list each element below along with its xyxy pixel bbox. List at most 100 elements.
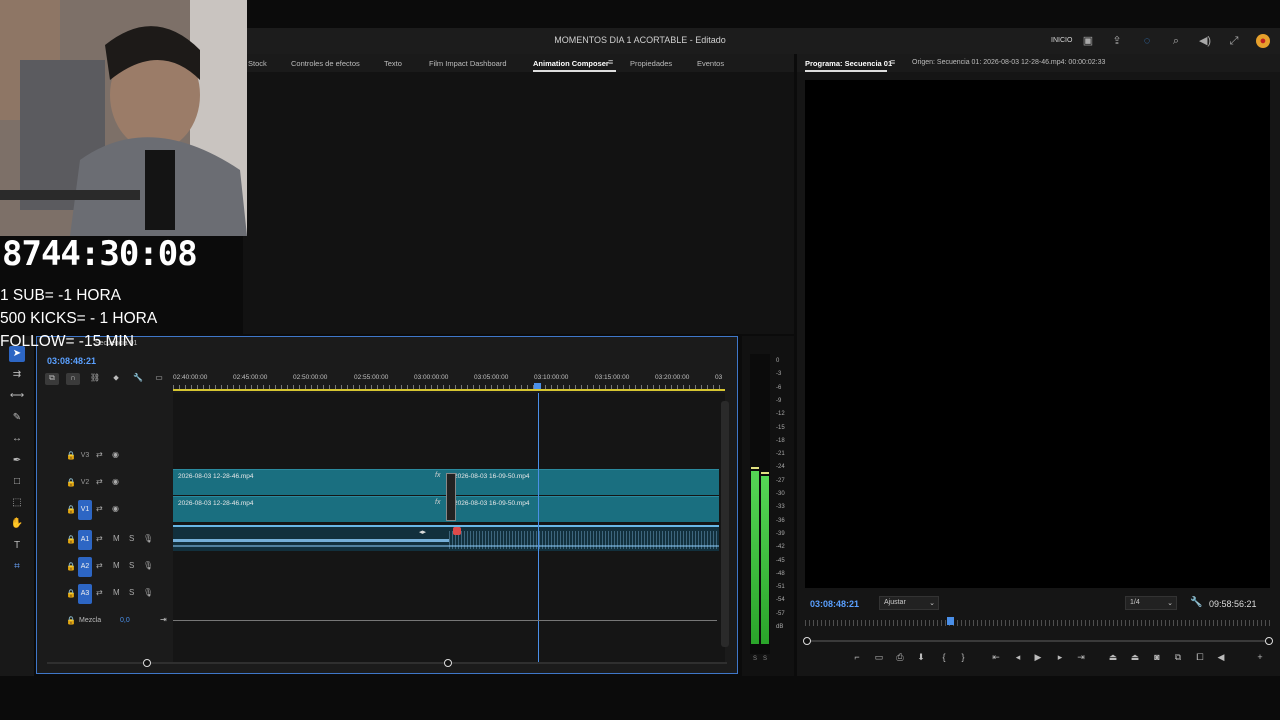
safe-margins-icon[interactable]: ▭ xyxy=(872,652,886,663)
tab-events[interactable]: Eventos xyxy=(697,59,724,68)
solo-right-button[interactable]: S xyxy=(763,656,767,662)
sync-lock-icon[interactable]: ⇄ xyxy=(96,561,103,570)
panel-icon[interactable]: ▣ xyxy=(1081,34,1095,48)
lift-edit-icon[interactable]: ⏏ xyxy=(1106,652,1120,663)
time-ruler[interactable]: 02:40:00:00 02:45:00:00 02:50:00:00 02:5… xyxy=(173,371,725,393)
share-icon[interactable]: ⇪ xyxy=(1110,34,1124,48)
track-label-a2[interactable]: A2 xyxy=(78,557,92,577)
linked-selection-icon[interactable]: ⛓ xyxy=(88,373,102,385)
progress-icon[interactable]: ◌ xyxy=(1140,34,1154,48)
scroll-handle-left[interactable] xyxy=(143,659,151,667)
audio-clip-a1-2[interactable] xyxy=(449,525,719,551)
solo-button[interactable]: S xyxy=(129,534,134,543)
lock-icon[interactable]: 🔒 xyxy=(66,562,76,571)
lock-icon[interactable]: 🔒 xyxy=(66,478,76,487)
transition-marker[interactable] xyxy=(446,473,456,521)
video-clip-v2-2[interactable]: 2026-08-03 16-09-50.mp4 xyxy=(449,469,719,495)
marker-icon[interactable]: ⬇ xyxy=(914,652,928,663)
tab-properties[interactable]: Propiedades xyxy=(630,59,672,68)
tab-film-impact[interactable]: Film Impact Dashboard xyxy=(429,59,507,68)
sync-lock-icon[interactable]: ⇄ xyxy=(96,450,103,459)
scroll-handle-left[interactable] xyxy=(803,637,811,645)
audio-clip-a1-1[interactable]: ◂▸ xyxy=(173,525,449,551)
tab-text[interactable]: Texto xyxy=(384,59,402,68)
work-area-bar[interactable] xyxy=(173,389,725,391)
hand-tool-icon[interactable]: ✋ xyxy=(9,516,25,532)
track-label-v3[interactable]: V3 xyxy=(78,446,92,466)
sync-lock-icon[interactable]: ⇄ xyxy=(96,504,103,513)
track-label-v1[interactable]: V1 xyxy=(78,500,92,520)
audio-icon[interactable]: ◀ xyxy=(1214,652,1228,663)
microphone-icon[interactable]: 🎙 xyxy=(143,588,153,597)
step-back-icon[interactable]: ◂ xyxy=(1011,652,1025,663)
mix-value[interactable]: 0,0 xyxy=(120,617,130,624)
ripple-edit-tool-icon[interactable]: ⟷ xyxy=(9,388,25,404)
crop-tool-icon[interactable]: ⬚ xyxy=(9,495,25,511)
go-to-in-icon[interactable]: ⇤ xyxy=(989,652,1003,663)
program-video-frame[interactable] xyxy=(805,80,1270,588)
home-label[interactable]: INICIO xyxy=(1051,37,1072,44)
mark-out-bracket-icon[interactable]: } xyxy=(956,652,970,662)
microphone-icon[interactable]: 🎙 xyxy=(143,561,153,570)
eye-icon[interactable]: ◉ xyxy=(112,477,119,486)
captions-icon[interactable]: ▭ xyxy=(152,373,166,385)
extract-icon[interactable]: ⏏ xyxy=(1128,652,1142,663)
sync-lock-icon[interactable]: ⇄ xyxy=(96,477,103,486)
avatar[interactable]: ● xyxy=(1256,34,1270,48)
razor-tool-icon[interactable]: ✎ xyxy=(9,410,25,426)
eye-icon[interactable]: ◉ xyxy=(112,450,119,459)
sync-lock-icon[interactable]: ⇄ xyxy=(96,534,103,543)
lock-icon[interactable]: 🔒 xyxy=(66,616,76,625)
pen-tool-icon[interactable]: ✒ xyxy=(9,453,25,469)
mark-in-bracket-icon[interactable]: { xyxy=(937,652,951,662)
timeline-settings-icon[interactable]: 🔧 xyxy=(131,373,145,385)
microphone-icon[interactable]: 🎙 xyxy=(143,534,153,543)
track-select-tool-icon[interactable]: ⇉ xyxy=(9,367,25,383)
caption-tool-icon[interactable]: ⌗ xyxy=(9,559,25,575)
track-label-v2[interactable]: V2 xyxy=(78,473,92,493)
resolution-dropdown[interactable]: 1/4 ⌄ xyxy=(1125,596,1177,610)
program-zoom-scrollbar[interactable] xyxy=(803,637,1273,645)
solo-left-button[interactable]: S xyxy=(753,656,757,662)
mark-in-icon[interactable]: ⌐ xyxy=(850,652,864,662)
mute-button[interactable]: M xyxy=(113,561,120,570)
lock-icon[interactable]: 🔒 xyxy=(66,451,76,460)
scroll-handle-right[interactable] xyxy=(1265,637,1273,645)
go-to-out-icon[interactable]: ⇥ xyxy=(1074,652,1088,663)
tab-stock[interactable]: Stock xyxy=(248,59,267,68)
lock-icon[interactable]: 🔒 xyxy=(66,589,76,598)
tab-menu-icon[interactable]: ≡ xyxy=(608,57,613,67)
lift-icon[interactable]: ⎙ xyxy=(893,652,907,663)
search-icon[interactable]: ⌕ xyxy=(1169,34,1183,48)
snap-icon[interactable]: ∩ xyxy=(66,373,80,385)
eye-icon[interactable]: ◉ xyxy=(112,504,119,513)
mute-button[interactable]: M xyxy=(113,534,120,543)
tab-effect-controls[interactable]: Controles de efectos xyxy=(291,59,360,68)
tab-program[interactable]: Programa: Secuencia 01 xyxy=(805,59,892,68)
track-label-a1[interactable]: A1 xyxy=(78,530,92,550)
scroll-handle-right[interactable] xyxy=(444,659,452,667)
fit-dropdown[interactable]: Ajustar ⌄ xyxy=(879,596,939,610)
mix-end-icon[interactable]: ⇥ xyxy=(160,615,167,624)
track-label-a3[interactable]: A3 xyxy=(78,584,92,604)
slip-tool-icon[interactable]: ↔ xyxy=(9,431,25,447)
step-forward-icon[interactable]: ▸ xyxy=(1053,652,1067,663)
wrench-icon[interactable]: 🔧 xyxy=(1190,597,1202,608)
video-clip-v2-1[interactable]: 2026-08-03 12-28-46.mp4 fx xyxy=(173,469,449,495)
add-marker-icon[interactable]: ⬥ xyxy=(109,373,123,385)
rectangle-tool-icon[interactable]: □ xyxy=(9,474,25,490)
horizontal-scrollbar[interactable] xyxy=(47,659,727,667)
program-mini-ruler[interactable] xyxy=(805,620,1271,626)
play-icon[interactable]: ▶ xyxy=(1031,652,1045,663)
vertical-scrollbar[interactable] xyxy=(721,401,729,647)
mute-button[interactable]: M xyxy=(113,588,120,597)
camera-icon[interactable]: ◙ xyxy=(1150,652,1164,662)
video-clip-v1-2[interactable]: 2026-08-03 16-09-50.mp4 xyxy=(449,496,719,522)
lock-icon[interactable]: 🔒 xyxy=(66,505,76,514)
tab-source[interactable]: Origen: Secuencia 01: 2026-08-03 12-28-4… xyxy=(912,59,1105,66)
program-playhead[interactable] xyxy=(947,617,954,625)
timeline-timecode[interactable]: 03:08:48:21 xyxy=(47,356,96,366)
video-clip-v1-1[interactable]: 2026-08-03 12-28-46.mp4 fx xyxy=(173,496,449,522)
type-tool-icon[interactable]: T xyxy=(9,538,25,554)
program-timecode[interactable]: 03:08:48:21 xyxy=(810,599,859,609)
